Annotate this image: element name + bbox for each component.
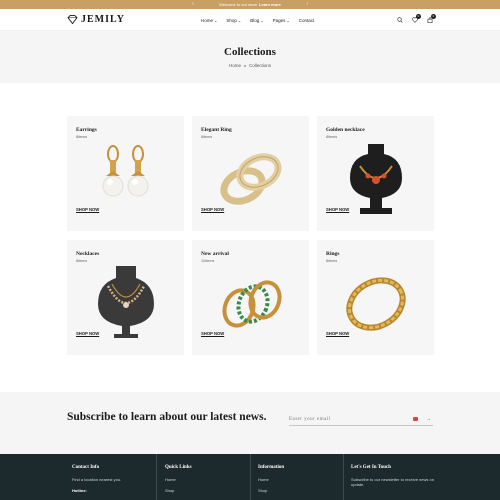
brand-name: JEMILY — [81, 14, 125, 25]
shop-now-link[interactable]: SHOP NOW — [326, 207, 349, 212]
nav-item-pages[interactable]: Pages ⌄ — [273, 18, 290, 23]
header-actions: 0 0 — [396, 9, 436, 31]
footer-divider — [343, 454, 344, 500]
collection-card-earrings[interactable]: Earrings 8items SHOP NOW — [67, 116, 184, 231]
prev-arrow-icon[interactable]: ‹ — [192, 0, 194, 9]
page-title: Collections — [224, 46, 276, 58]
newsletter-section: Subscribe to learn about our latest news… — [0, 392, 500, 454]
nav-label: Contact — [298, 17, 315, 23]
collection-card-golden-necklace[interactable]: Golden necklace 8items SHOP NOW — [317, 116, 434, 231]
nav-label: Blog — [250, 17, 260, 23]
chevron-down-icon: ⌄ — [260, 17, 264, 23]
footer-quick-links: Quick Links Home Shop — [165, 465, 192, 499]
announcement-link[interactable]: Learn more — [259, 2, 281, 7]
collection-title: Elegant Ring — [201, 127, 232, 133]
footer-text: Hotline: — [72, 488, 87, 493]
nav-label: Pages — [272, 17, 286, 23]
wishlist-button[interactable]: 0 — [411, 13, 421, 24]
pearl-necklace-icon — [98, 266, 154, 338]
site-footer: Contact Info Find a location nearest you… — [0, 454, 500, 500]
collections-grid: Earrings 8items SHOP NOW Elegant Ring 8i… — [67, 116, 434, 355]
collection-card-elegant-ring[interactable]: Elegant Ring 8items SHOP NOW — [192, 116, 309, 231]
necklace-bust-icon — [350, 144, 402, 214]
shop-now-link[interactable]: SHOP NOW — [76, 207, 99, 212]
cart-count-badge: 0 — [431, 13, 436, 19]
footer-heading: Quick Links — [165, 465, 192, 470]
arrow-right-icon[interactable]: → — [426, 416, 431, 422]
collection-count: 10items — [201, 259, 215, 263]
footer-divider — [250, 454, 251, 500]
diamond-logo-icon — [67, 15, 78, 24]
collection-card-necklaces[interactable]: Necklaces 8items SHOP NOW — [67, 240, 184, 355]
earrings-icon — [102, 145, 149, 197]
brand-logo[interactable]: JEMILY — [67, 14, 125, 25]
footer-contact: Contact Info Find a location nearest you… — [72, 465, 121, 499]
footer-heading: Let's Get In Touch — [351, 465, 391, 470]
footer-divider — [156, 454, 157, 500]
breadcrumb-separator — [244, 64, 246, 67]
chevron-down-icon: ⌄ — [237, 17, 242, 23]
next-arrow-icon[interactable]: › — [306, 0, 308, 9]
collection-card-new-arrival[interactable]: New arrival 10items SHOP NOW — [192, 240, 309, 355]
shop-now-link[interactable]: SHOP NOW — [76, 331, 99, 336]
footer-text: Find a location nearest you. — [72, 477, 122, 482]
footer-heading: Information — [258, 465, 285, 470]
search-icon — [396, 17, 403, 23]
shop-now-link[interactable]: SHOP NOW — [201, 207, 224, 212]
nav-item-contact[interactable]: Contact — [299, 18, 315, 23]
nav-item-shop[interactable]: Shop ⌄ — [226, 18, 241, 23]
collection-count: 8items — [76, 259, 88, 263]
bangles-icon — [222, 280, 282, 328]
page-hero: Collections Home Collections — [0, 31, 500, 83]
search-button[interactable] — [396, 17, 403, 24]
collection-count: 8items — [201, 135, 213, 139]
collection-card-rings[interactable]: Rings 8items SHOP NOW — [317, 240, 434, 355]
collection-title: Necklaces — [76, 251, 100, 257]
footer-text: Subscribe to our newsletter to receive n… — [351, 477, 434, 487]
breadcrumb-current: Collections — [249, 63, 272, 68]
collection-title: Earrings — [76, 127, 97, 133]
gold-bangle-icon — [346, 277, 406, 331]
chevron-down-icon: ⌄ — [286, 17, 290, 23]
announcement-bar: ‹ Welcome to our store Learn more › — [0, 0, 500, 9]
footer-get-in-touch: Let's Get In Touch Subscribe to our news… — [351, 465, 436, 493]
footer-information: Information Home Shop — [258, 465, 284, 499]
collection-title: New arrival — [201, 251, 229, 257]
main-nav: Home ⌄ Shop ⌄ Blog ⌄ Pages ⌄ Contact — [201, 9, 314, 31]
autofill-icon — [413, 417, 418, 421]
collection-count: 8items — [76, 135, 88, 139]
breadcrumb-home[interactable]: Home — [229, 63, 241, 68]
collection-title: Rings — [326, 251, 340, 257]
cart-button[interactable]: 0 — [426, 13, 436, 24]
chevron-down-icon: ⌄ — [214, 17, 218, 23]
footer-heading: Contact Info — [72, 465, 100, 470]
rings-icon — [220, 153, 282, 205]
announcement-text: Welcome to our store — [219, 2, 258, 7]
shop-now-link[interactable]: SHOP NOW — [326, 331, 349, 336]
footer-link[interactable]: Home — [165, 477, 192, 482]
nav-item-home[interactable]: Home ⌄ — [201, 18, 217, 23]
site-header: JEMILY Home ⌄ Shop ⌄ Blog ⌄ Pages ⌄ Contact … — [0, 9, 500, 31]
wishlist-count-badge: 0 — [416, 13, 421, 19]
collection-count: 8items — [326, 259, 338, 263]
nav-label: Shop — [226, 17, 237, 23]
email-placeholder: Enter your email — [289, 417, 331, 422]
nav-label: Home — [201, 17, 214, 23]
footer-link[interactable]: Shop — [258, 488, 284, 493]
email-field[interactable]: Enter your email → — [289, 416, 433, 426]
breadcrumb: Home Collections — [229, 63, 271, 68]
newsletter-heading: Subscribe to learn about our latest news… — [67, 411, 267, 423]
collection-count: 8items — [326, 135, 338, 139]
footer-link[interactable]: Home — [258, 477, 284, 482]
footer-link[interactable]: Shop — [165, 488, 192, 493]
nav-item-blog[interactable]: Blog ⌄ — [250, 18, 263, 23]
collection-title: Golden necklace — [326, 127, 365, 133]
shop-now-link[interactable]: SHOP NOW — [201, 331, 224, 336]
